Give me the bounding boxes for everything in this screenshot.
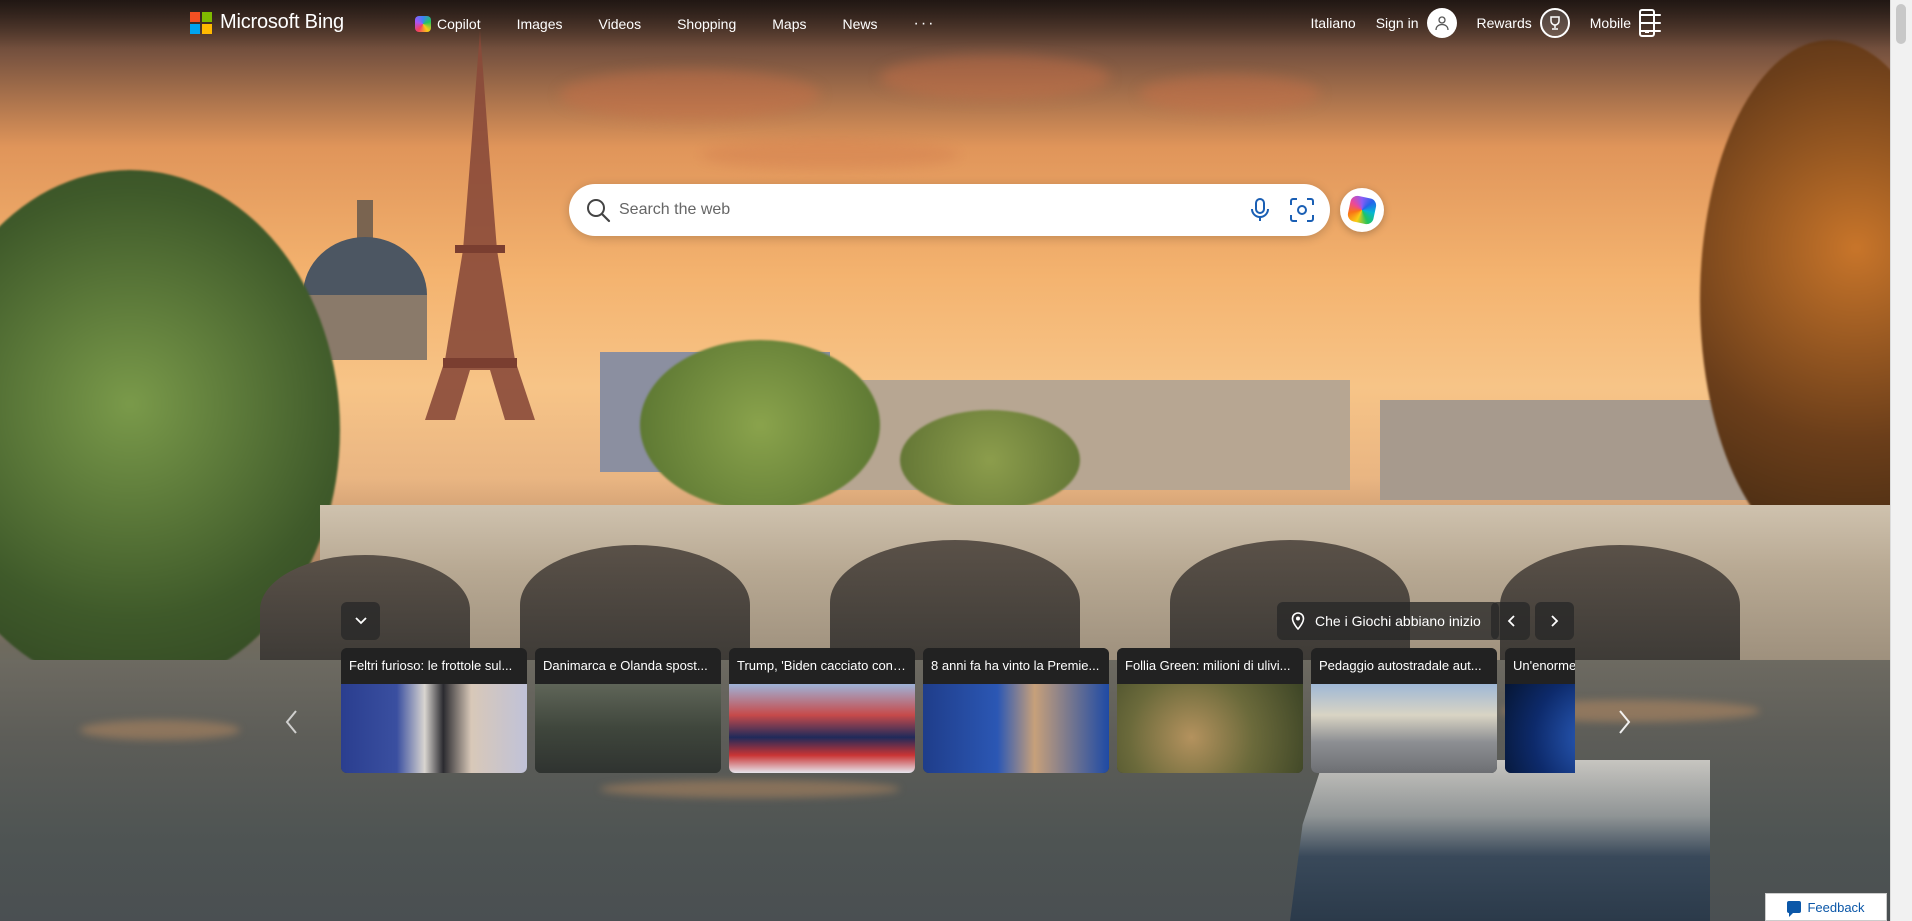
cloud [560, 70, 820, 120]
news-card-title: Follia Green: milioni di ulivi... [1117, 648, 1303, 684]
news-card-image [1117, 684, 1303, 773]
cloud [880, 55, 1110, 100]
eiffel-tower-shape [425, 30, 535, 420]
feedback-button[interactable]: Feedback [1765, 893, 1887, 921]
news-card-image [535, 684, 721, 773]
main-nav: Copilot Images Videos Shopping Maps News… [415, 15, 971, 33]
news-card-title: Un'enorme [1505, 648, 1575, 684]
brand-name: Microsoft Bing [220, 11, 344, 33]
chevron-left-icon [1507, 615, 1515, 627]
image-info-label: Che i Giochi abbiano inizio [1315, 613, 1481, 629]
previous-image-button[interactable] [1491, 602, 1530, 640]
news-carousel: Feltri furioso: le frottole sul... Danim… [341, 648, 1575, 773]
page-scrollbar[interactable] [1890, 0, 1912, 921]
building-shape [1380, 400, 1760, 500]
search-box [569, 184, 1330, 236]
trophy-icon [1539, 8, 1570, 38]
copilot-icon [415, 16, 431, 32]
news-card[interactable]: Danimarca e Olanda spost... [535, 648, 721, 773]
news-card[interactable]: Feltri furioso: le frottole sul... [341, 648, 527, 773]
rewards-label: Rewards [1476, 15, 1532, 31]
bridge-shape [260, 505, 1890, 665]
cloud [700, 140, 960, 170]
news-card[interactable]: 8 anni fa ha vinto la Premie... [923, 648, 1109, 773]
boat-shape [1290, 760, 1710, 921]
rewards-button[interactable]: Rewards [1477, 8, 1570, 38]
news-card[interactable]: Trump, 'Biden cacciato con ... [729, 648, 915, 773]
search-icon[interactable] [585, 197, 611, 223]
nav-news[interactable]: News [842, 16, 877, 32]
sign-in-button[interactable]: Sign in [1376, 8, 1457, 38]
news-card-title: Trump, 'Biden cacciato con ... [729, 648, 915, 684]
chevron-left-icon [285, 710, 297, 734]
carousel-next-arrow[interactable] [1614, 700, 1636, 744]
hamburger-menu-icon[interactable] [1639, 14, 1661, 32]
tree-shape [640, 340, 880, 510]
news-card-image [1311, 684, 1497, 773]
nav-copilot-label: Copilot [437, 16, 481, 32]
sign-in-label: Sign in [1375, 15, 1419, 31]
news-card[interactable]: Follia Green: milioni di ulivi... [1117, 648, 1303, 773]
tree-shape [900, 410, 1080, 510]
account-bar: Italiano Sign in Rewards Mobile [1291, 8, 1655, 38]
feedback-label: Feedback [1807, 899, 1865, 915]
water-reflection [600, 780, 900, 798]
carousel-prev-arrow[interactable] [280, 700, 302, 744]
news-card-image [1505, 684, 1575, 773]
scrollbar-thumb[interactable] [1896, 4, 1906, 44]
user-avatar-icon [1426, 8, 1457, 38]
nav-shopping[interactable]: Shopping [677, 16, 736, 32]
nav-copilot[interactable]: Copilot [415, 16, 481, 32]
copilot-logo-icon [1346, 194, 1378, 226]
cloud [1140, 75, 1320, 113]
copilot-button[interactable] [1340, 188, 1384, 232]
news-card-title: 8 anni fa ha vinto la Premie... [923, 648, 1109, 684]
bridge-arch [520, 545, 750, 665]
mobile-label: Mobile [1589, 15, 1631, 31]
microsoft-logo-icon [190, 11, 212, 34]
chevron-right-icon [1619, 710, 1631, 734]
news-card-title: Pedaggio autostradale aut... [1311, 648, 1497, 684]
image-info-button[interactable]: Che i Giochi abbiano inizio [1277, 602, 1499, 640]
language-link[interactable]: Italiano [1311, 15, 1356, 31]
water-reflection [80, 720, 240, 740]
news-card[interactable]: Un'enorme [1505, 648, 1575, 773]
more-menu-icon[interactable]: ··· [914, 15, 936, 33]
background-image [0, 0, 1890, 921]
visual-search-icon[interactable] [1288, 196, 1316, 224]
news-card[interactable]: Pedaggio autostradale aut... [1311, 648, 1497, 773]
chevron-right-icon [1550, 615, 1558, 627]
collapse-carousel-button[interactable] [341, 602, 380, 640]
news-card-image [729, 684, 915, 773]
microphone-icon[interactable] [1248, 197, 1272, 223]
next-image-button[interactable] [1535, 602, 1574, 640]
location-pin-icon [1291, 612, 1305, 630]
news-card-title: Danimarca e Olanda spost... [535, 648, 721, 684]
top-header: Microsoft Bing Copilot Images Videos Sho… [0, 0, 1890, 48]
feedback-icon [1787, 901, 1802, 917]
nav-images[interactable]: Images [517, 16, 563, 32]
bridge-arch [830, 540, 1080, 665]
nav-videos[interactable]: Videos [599, 16, 642, 32]
chevron-down-icon [354, 617, 367, 625]
news-card-image [923, 684, 1109, 773]
news-card-title: Feltri furioso: le frottole sul... [341, 648, 527, 684]
search-input[interactable] [619, 201, 1248, 219]
bing-logo[interactable]: Microsoft Bing [190, 11, 344, 34]
nav-maps[interactable]: Maps [772, 16, 806, 32]
news-card-image [341, 684, 527, 773]
